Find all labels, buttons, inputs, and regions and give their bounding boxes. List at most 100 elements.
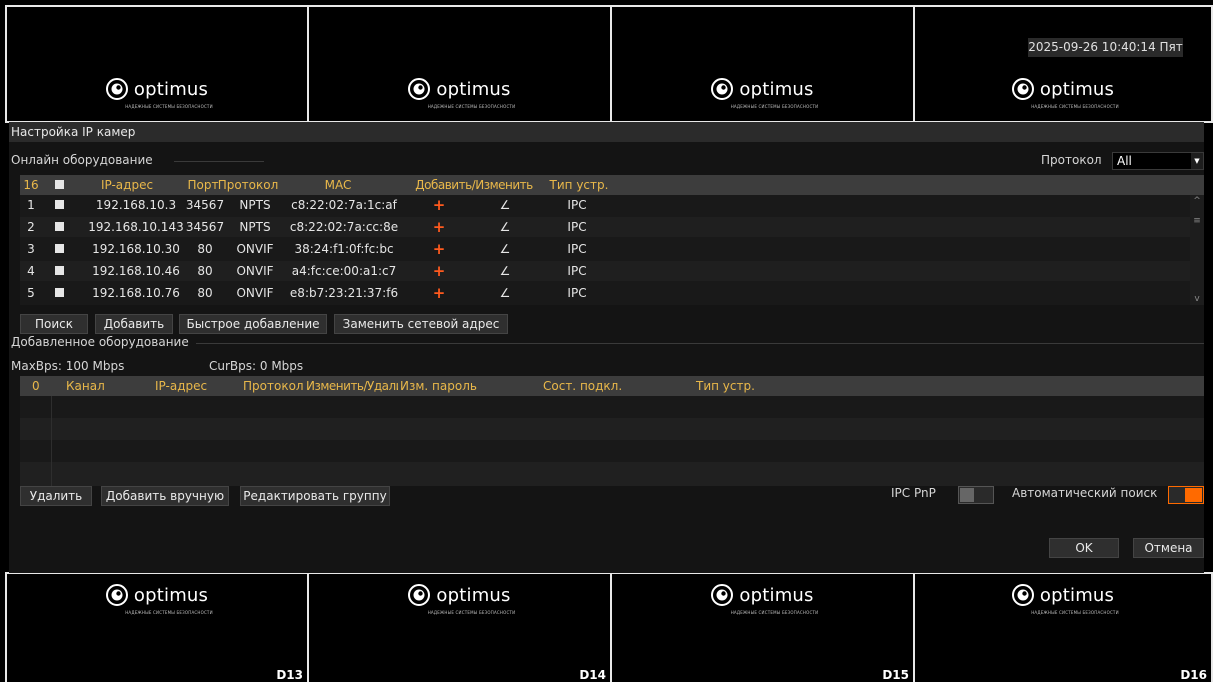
camera-tile-15[interactable]: optimus НАДЕЖНЫЕ СИСТЕМЫ БЕЗОПАСНОСТИ D1… xyxy=(610,572,915,682)
row-number: 3 xyxy=(27,242,35,256)
logo-name: optimus xyxy=(1039,584,1115,606)
ok-button[interactable]: OK xyxy=(1049,538,1119,558)
add-manually-button[interactable]: Добавить вручную xyxy=(101,486,229,506)
row-checkbox[interactable] xyxy=(52,195,66,215)
added-table-header: 0 Канал IP-адрес Протокол Изменить/Удал и… xyxy=(20,376,1204,396)
header-ip[interactable]: IP-адрес xyxy=(92,175,162,195)
row-ip: 192.168.10.46 xyxy=(92,264,180,278)
header-connection-state[interactable]: Сост. подкл. xyxy=(543,376,622,396)
dialog-title: Настройка IP камер xyxy=(9,122,1204,142)
add-device-plus-icon[interactable]: + xyxy=(424,261,454,281)
online-section-divider xyxy=(174,161,264,162)
scroll-thumb[interactable]: ≡ xyxy=(1192,215,1202,227)
add-device-plus-icon[interactable]: + xyxy=(424,283,454,303)
row-device-type: IPC xyxy=(567,242,587,256)
camera-logo: optimus НАДЕЖНЫЕ СИСТЕМЫ БЕЗОПАСНОСТИ xyxy=(7,78,307,109)
protocol-label: Протокол xyxy=(1041,153,1102,167)
auto-search-toggle[interactable] xyxy=(1168,486,1204,504)
table-row[interactable]: 3 192.168.10.30 80 ONVIF 38:24:f1:0f:fc:… xyxy=(20,239,1190,259)
logo-name: optimus xyxy=(436,78,511,100)
added-devices-table: 0 Канал IP-адрес Протокол Изменить/Удал и… xyxy=(20,376,1204,486)
header-ip[interactable]: IP-адрес xyxy=(155,376,207,396)
row-port: 80 xyxy=(197,242,213,256)
delete-button[interactable]: Удалить xyxy=(20,486,92,506)
empty-row xyxy=(20,462,1204,486)
header-select-all-checkbox[interactable] xyxy=(52,175,66,195)
row-number: 1 xyxy=(27,198,35,212)
online-devices-table: 16 IP-адрес Порт Протокол MAC Добавить/И… xyxy=(20,175,1204,305)
added-section-label: Добавленное оборудование xyxy=(11,335,189,349)
scroll-down-icon[interactable]: v xyxy=(1190,294,1204,304)
add-button[interactable]: Добавить xyxy=(95,314,173,334)
row-checkbox[interactable] xyxy=(52,217,66,237)
row-number: 5 xyxy=(27,286,35,300)
ipc-pnp-toggle[interactable] xyxy=(958,486,994,504)
optimus-logo-icon xyxy=(408,584,431,606)
row-checkbox[interactable] xyxy=(52,261,66,281)
empty-row xyxy=(20,396,1204,418)
table-row[interactable]: 5 192.168.10.76 80 ONVIF e8:b7:23:21:37:… xyxy=(20,283,1190,303)
channel-label-d14: D14 xyxy=(579,668,606,682)
header-protocol[interactable]: Протокол xyxy=(243,376,304,396)
optimus-logo-icon xyxy=(105,78,128,100)
empty-row xyxy=(20,440,1204,462)
header-device-type[interactable]: Тип устр. xyxy=(696,376,755,396)
add-device-plus-icon[interactable]: + xyxy=(424,195,454,215)
row-protocol: NPTS xyxy=(239,198,271,212)
protocol-select[interactable]: All ▼ xyxy=(1112,152,1204,170)
logo-name: optimus xyxy=(133,584,209,606)
camera-tile-13[interactable]: optimus НАДЕЖНЫЕ СИСТЕМЫ БЕЗОПАСНОСТИ D1… xyxy=(5,572,309,682)
header-channel[interactable]: Канал xyxy=(66,376,105,396)
edit-pencil-icon[interactable]: ∠ xyxy=(490,261,520,281)
table-row[interactable]: 4 192.168.10.46 80 ONVIF a4:fc:ce:00:a1:… xyxy=(20,261,1190,281)
channel-label-d13: D13 xyxy=(276,668,303,682)
camera-logo: optimus НАДЕЖНЫЕ СИСТЕМЫ БЕЗОПАСНОСТИ xyxy=(915,78,1211,109)
row-mac: e8:b7:23:21:37:f6 xyxy=(289,286,399,300)
search-button[interactable]: Поиск xyxy=(20,314,88,334)
table-row[interactable]: 1 192.168.10.3 34567 NPTS c8:22:02:7a:1c… xyxy=(20,195,1190,215)
header-mac[interactable]: MAC xyxy=(302,175,374,195)
camera-tile-14[interactable]: optimus НАДЕЖНЫЕ СИСТЕМЫ БЕЗОПАСНОСТИ D1… xyxy=(307,572,612,682)
camera-logo: optimus НАДЕЖНЫЕ СИСТЕМЫ БЕЗОПАСНОСТИ xyxy=(915,584,1211,615)
add-device-plus-icon[interactable]: + xyxy=(424,217,454,237)
logo-tagline: НАДЕЖНЫЕ СИСТЕМЫ БЕЗОПАСНОСТИ xyxy=(1031,610,1119,615)
channel-label-d16: D16 xyxy=(1180,668,1207,682)
logo-name: optimus xyxy=(739,78,814,100)
edit-pencil-icon[interactable]: ∠ xyxy=(490,195,520,215)
table-row[interactable]: 2 192.168.10.143 34567 NPTS c8:22:02:7a:… xyxy=(20,217,1190,237)
replace-network-address-button[interactable]: Заменить сетевой адрес xyxy=(334,314,508,334)
add-device-plus-icon[interactable]: + xyxy=(424,239,454,259)
edit-pencil-icon[interactable]: ∠ xyxy=(490,239,520,259)
camera-tile-4[interactable]: 2025-09-26 10:40:14 Пят optimus НАДЕЖНЫЕ… xyxy=(913,5,1213,123)
scroll-up-icon[interactable]: ^ xyxy=(1190,196,1204,206)
row-mac: 38:24:f1:0f:fc:bc xyxy=(294,242,394,256)
header-add-edit: Добавить/Изменить xyxy=(415,178,533,192)
optimus-logo-icon xyxy=(408,78,431,100)
logo-name: optimus xyxy=(436,584,511,606)
protocol-select-value: All xyxy=(1117,154,1132,168)
camera-tile-2[interactable]: optimus НАДЕЖНЫЕ СИСТЕМЫ БЕЗОПАСНОСТИ xyxy=(307,5,612,123)
row-checkbox[interactable] xyxy=(52,283,66,303)
camera-logo: optimus НАДЕЖНЫЕ СИСТЕМЫ БЕЗОПАСНОСТИ xyxy=(612,78,913,109)
header-protocol[interactable]: Протокол xyxy=(215,175,281,195)
camera-tile-1[interactable]: optimus НАДЕЖНЫЕ СИСТЕМЫ БЕЗОПАСНОСТИ xyxy=(5,5,309,123)
row-device-type: IPC xyxy=(567,286,587,300)
header-change-password: Изм. пароль xyxy=(400,379,477,393)
header-device-type[interactable]: Тип устр. xyxy=(547,175,611,195)
logo-tagline: НАДЕЖНЫЕ СИСТЕМЫ БЕЗОПАСНОСТИ xyxy=(125,610,213,615)
edit-pencil-icon[interactable]: ∠ xyxy=(490,217,520,237)
chevron-down-icon[interactable]: ▼ xyxy=(1191,153,1203,169)
camera-tile-3[interactable]: optimus НАДЕЖНЫЕ СИСТЕМЫ БЕЗОПАСНОСТИ xyxy=(610,5,915,123)
edit-pencil-icon[interactable]: ∠ xyxy=(490,283,520,303)
edit-group-button[interactable]: Редактировать группу xyxy=(240,486,390,506)
ip-camera-settings-dialog: Настройка IP камер Онлайн оборудование П… xyxy=(9,122,1204,573)
row-ip: 192.168.10.76 xyxy=(92,286,180,300)
row-mac: c8:22:02:7a:1c:af xyxy=(291,198,397,212)
cancel-button[interactable]: Отмена xyxy=(1133,538,1204,558)
row-checkbox[interactable] xyxy=(52,239,66,259)
online-table-scrollbar[interactable]: ^ ≡ v xyxy=(1190,195,1204,305)
row-protocol: ONVIF xyxy=(236,242,274,256)
camera-tile-16[interactable]: optimus НАДЕЖНЫЕ СИСТЕМЫ БЕЗОПАСНОСТИ D1… xyxy=(913,572,1213,682)
quick-add-button[interactable]: Быстрое добавление xyxy=(179,314,327,334)
row-protocol: ONVIF xyxy=(236,264,274,278)
